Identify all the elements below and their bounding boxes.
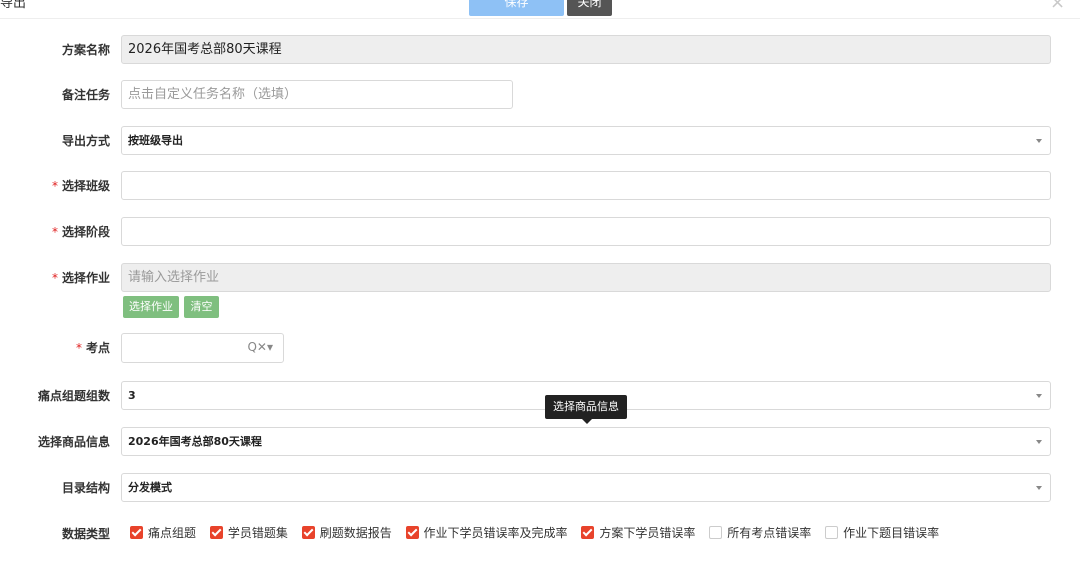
plan-name-label: 方案名称 — [61, 43, 110, 57]
export-mode-select[interactable]: 按班级导出 — [121, 126, 1051, 155]
clear-homework-button[interactable]: 清空 — [184, 296, 219, 318]
product-info-value: 2026年国考总部80天课程 — [128, 435, 262, 448]
required-mark: * — [75, 341, 82, 355]
catalog-label: 目录结构 — [61, 481, 110, 495]
checkbox-icon[interactable] — [709, 526, 723, 539]
select-stage-label: * 选择阶段 — [51, 225, 110, 239]
data-types-checkboxes: 痛点组题 学员错题集 刷题数据报告 作业下学员错误率及完成率 方案下学员错误率 … — [130, 524, 949, 544]
checkbox-item[interactable]: 所有考点错误率 — [709, 524, 811, 541]
checkbox-icon[interactable] — [825, 526, 839, 539]
checkbox-icon[interactable] — [581, 526, 595, 539]
save-button[interactable]: 保存 — [469, 0, 564, 16]
export-mode-label: 导出方式 — [61, 134, 110, 148]
required-mark: * — [51, 225, 58, 239]
kaodian-picker[interactable]: Q✕▾ — [121, 333, 284, 363]
close-button[interactable]: 关闭 — [567, 0, 612, 16]
product-info-select[interactable]: 2026年国考总部80天课程 — [121, 427, 1051, 456]
checkbox-icon[interactable] — [405, 526, 419, 539]
catalog-select[interactable]: 分发模式 — [121, 473, 1051, 502]
close-icon[interactable]: × — [1050, 0, 1065, 13]
chevron-down-icon — [1036, 394, 1042, 398]
chevron-down-icon — [1036, 139, 1042, 143]
checkbox-item[interactable]: 痛点组题 — [130, 524, 196, 541]
tooltip-arrow — [582, 419, 592, 424]
checkbox-icon[interactable] — [301, 526, 315, 539]
select-stage-input[interactable] — [121, 217, 1051, 246]
plan-name-field: 2026年国考总部80天课程 — [121, 35, 1051, 64]
catalog-value: 分发模式 — [128, 481, 172, 494]
remark-label: 备注任务 — [61, 88, 110, 102]
checkbox-item[interactable]: 作业下学员错误率及完成率 — [405, 524, 568, 541]
product-info-tooltip: 选择商品信息 — [545, 395, 627, 419]
checkbox-item[interactable]: 学员错题集 — [209, 524, 288, 541]
checkbox-icon[interactable] — [130, 526, 143, 539]
kaodian-label: * 考点 — [75, 341, 110, 355]
pain-groups-label: 痛点组题组数 — [37, 389, 110, 403]
select-class-label: * 选择班级 — [51, 179, 110, 193]
export-mode-value: 按班级导出 — [128, 134, 183, 147]
required-mark: * — [51, 271, 58, 285]
chevron-down-icon — [1036, 440, 1042, 444]
chevron-down-icon — [1036, 486, 1042, 490]
search-clear-dropdown-icons[interactable]: Q✕▾ — [247, 340, 273, 354]
checkbox-item[interactable]: 作业下题目错误率 — [825, 524, 939, 541]
select-homework-label: * 选择作业 — [51, 271, 110, 285]
checkbox-item[interactable]: 刷题数据报告 — [301, 524, 392, 541]
data-types-label: 数据类型 — [61, 527, 110, 541]
required-mark: * — [51, 179, 58, 193]
choose-homework-button[interactable]: 选择作业 — [123, 296, 179, 318]
select-class-input[interactable] — [121, 171, 1051, 200]
remark-input[interactable]: 点击自定义任务名称（选填） — [121, 80, 513, 109]
dialog-header: 导出 保存 关闭 × — [0, 0, 1080, 19]
dialog-title: 导出 — [0, 0, 27, 11]
select-homework-input[interactable]: 请输入选择作业 — [121, 263, 1051, 292]
checkbox-icon[interactable] — [209, 526, 223, 539]
pain-groups-value: 3 — [128, 389, 136, 402]
checkbox-item[interactable]: 方案下学员错误率 — [581, 524, 695, 541]
product-info-label: 选择商品信息 — [37, 435, 110, 449]
